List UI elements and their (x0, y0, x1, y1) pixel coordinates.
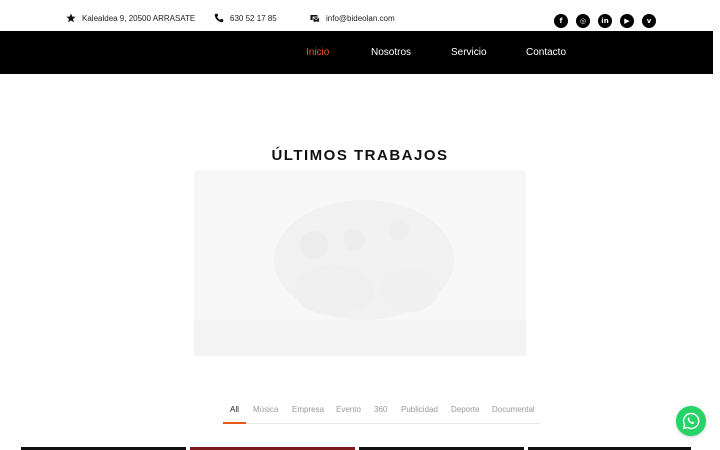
portfolio-filters: All Música Empresa Evento 360 Publicidad… (223, 405, 540, 424)
email-text[interactable]: info@bideolan.com (326, 14, 395, 23)
filter-publicidad[interactable]: Publicidad (401, 405, 438, 414)
whatsapp-chat-button[interactable] (676, 406, 706, 436)
nav-item-contacto[interactable]: Contacto (526, 47, 566, 58)
featured-video[interactable] (194, 170, 526, 356)
linkedin-icon[interactable]: in (598, 14, 612, 28)
filter-deporte[interactable]: Deporte (451, 405, 479, 414)
vimeo-icon[interactable]: v (642, 14, 656, 28)
phone-info[interactable]: 630 52 17 85 (214, 13, 277, 23)
instagram-icon[interactable]: ◎ (576, 14, 590, 28)
video-still-image (194, 170, 526, 356)
filter-360[interactable]: 360 (374, 405, 387, 414)
nav-item-nosotros[interactable]: Nosotros (371, 47, 411, 58)
whatsapp-icon (682, 412, 700, 430)
top-bar: Kalealdea 9, 20500 ARRASATE 630 52 17 85… (0, 0, 720, 31)
social-links: f ◎ in ▶ v (554, 14, 656, 28)
star-icon (66, 13, 76, 23)
facebook-icon[interactable]: f (554, 14, 568, 28)
email-icon (310, 13, 320, 23)
filter-musica[interactable]: Música (253, 405, 278, 414)
main-navbar: Inicio Nosotros Servicio Contacto (0, 31, 713, 74)
address-info: Kalealdea 9, 20500 ARRASATE (66, 13, 195, 23)
nav-item-inicio[interactable]: Inicio (306, 47, 329, 58)
address-text: Kalealdea 9, 20500 ARRASATE (82, 13, 196, 23)
filter-empresa[interactable]: Empresa (292, 405, 324, 414)
phone-icon (214, 13, 224, 23)
active-filter-underline (223, 422, 246, 424)
youtube-icon[interactable]: ▶ (620, 14, 634, 28)
filter-evento[interactable]: Evento (336, 405, 361, 414)
filter-documental[interactable]: Documental (492, 405, 535, 414)
section-title: ÚLTIMOS TRABAJOS (271, 147, 449, 164)
filter-all[interactable]: All (230, 405, 239, 414)
email-info[interactable]: info@bideolan.com (310, 13, 395, 23)
nav-item-servicio[interactable]: Servicio (451, 47, 487, 58)
phone-text[interactable]: 630 52 17 85 (230, 14, 277, 23)
